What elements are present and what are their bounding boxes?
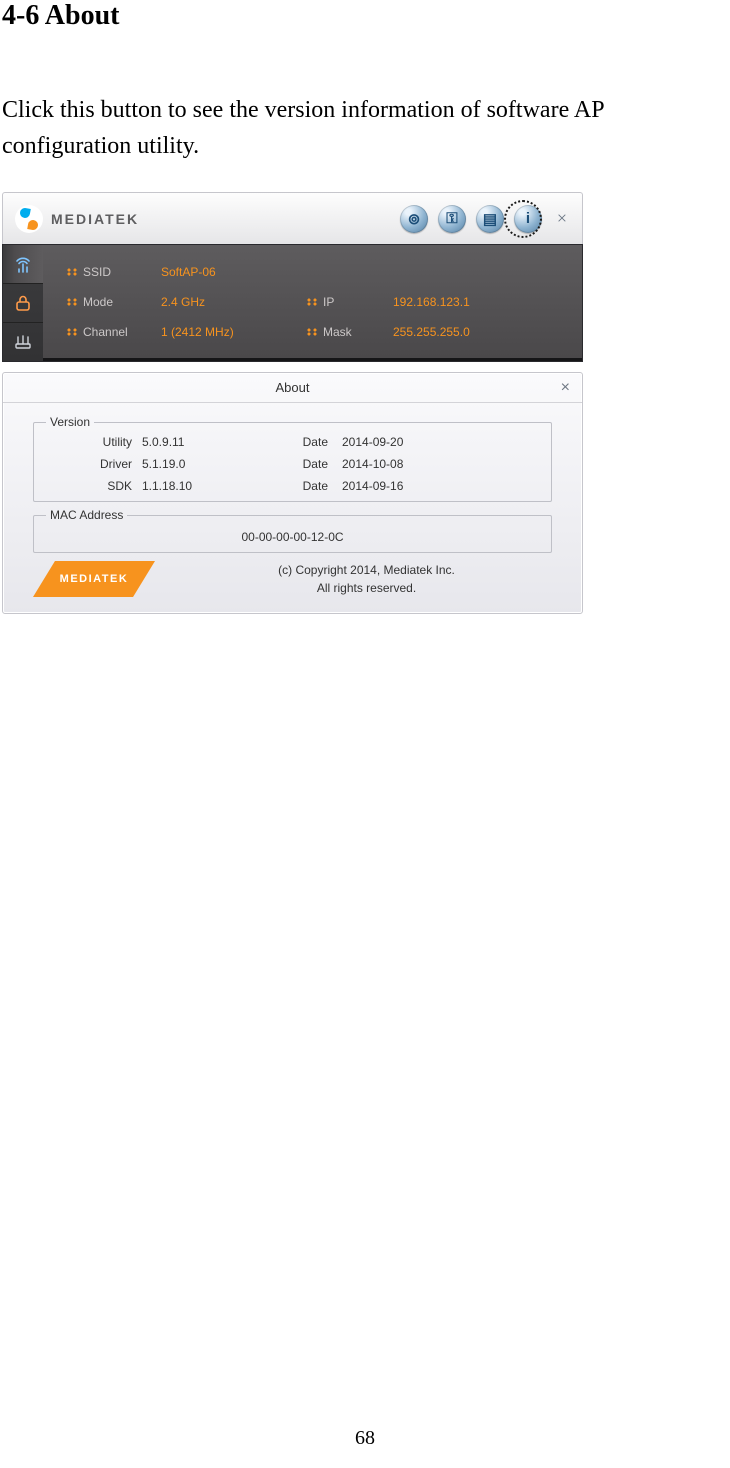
ip-label: IP	[307, 295, 387, 309]
sdk-date-label: Date	[272, 479, 328, 493]
channel-label: Channel	[67, 325, 155, 339]
utility-label: Utility	[76, 435, 132, 449]
ssid-value: SoftAP-06	[161, 265, 301, 279]
mac-fieldset: MAC Address 00-00-00-00-12-0C	[33, 508, 552, 553]
security-icon[interactable]: ⚿	[438, 205, 466, 233]
version-legend: Version	[46, 415, 94, 429]
ap-status-grid: SSID SoftAP-06 Mode 2.4 GHz IP 192.168.1…	[43, 245, 582, 361]
wireless-icon[interactable]: ⊚	[400, 205, 428, 233]
mediatek-badge: MEDIATEK	[33, 561, 155, 597]
ip-value: 192.168.123.1	[393, 295, 564, 309]
mediatek-badge-label: MEDIATEK	[33, 561, 155, 597]
version-fieldset: Version Utility 5.0.9.11 Date 2014-09-20…	[33, 415, 552, 502]
driver-version: 5.1.19.0	[142, 457, 185, 471]
mask-label: Mask	[307, 325, 387, 339]
section-heading: 4-6 About	[2, 0, 728, 32]
ap-side-tabs	[3, 245, 43, 361]
mode-value: 2.4 GHz	[161, 295, 301, 309]
list-icon[interactable]: ▤	[476, 205, 504, 233]
mac-legend: MAC Address	[46, 508, 127, 522]
about-title: About	[276, 380, 310, 395]
about-body: Version Utility 5.0.9.11 Date 2014-09-20…	[3, 403, 582, 613]
channel-value: 1 (2412 MHz)	[161, 325, 301, 339]
mode-label: Mode	[67, 295, 155, 309]
mask-value: 255.255.255.0	[393, 325, 564, 339]
utility-date: 2014-09-20	[342, 435, 403, 449]
about-close-icon[interactable]: ×	[561, 379, 570, 397]
copyright-line1: (c) Copyright 2014, Mediatek Inc.	[181, 561, 552, 579]
sdk-date: 2014-09-16	[342, 479, 403, 493]
mediatek-logo: MEDIATEK	[15, 205, 139, 233]
close-icon[interactable]: ×	[552, 208, 572, 229]
ssid-label: SSID	[67, 265, 155, 279]
mac-value: 00-00-00-00-12-0C	[46, 528, 539, 544]
utility-date-label: Date	[272, 435, 328, 449]
mediatek-fan-icon	[15, 205, 43, 233]
copyright-line2: All rights reserved.	[181, 579, 552, 597]
section-body: Click this button to see the version inf…	[2, 92, 728, 164]
ap-body: SSID SoftAP-06 Mode 2.4 GHz IP 192.168.1…	[2, 244, 583, 362]
toolbar: ⊚ ⚿ ▤ i ×	[400, 205, 572, 233]
tab-lock-icon[interactable]	[3, 284, 43, 323]
driver-label: Driver	[76, 457, 132, 471]
info-icon[interactable]: i	[514, 205, 542, 233]
ap-titlebar: MEDIATEK ⊚ ⚿ ▤ i ×	[2, 192, 583, 244]
page-number: 68	[355, 1427, 375, 1450]
utility-version: 5.0.9.11	[142, 435, 184, 449]
about-footer: MEDIATEK (c) Copyright 2014, Mediatek In…	[33, 561, 552, 597]
driver-date-label: Date	[272, 457, 328, 471]
version-grid: Utility 5.0.9.11 Date 2014-09-20 Driver …	[46, 435, 539, 493]
about-window: About × Version Utility 5.0.9.11 Date 20…	[2, 372, 583, 614]
sdk-label: SDK	[76, 479, 132, 493]
tab-signal-icon[interactable]	[3, 245, 43, 284]
ap-utility-panel: MEDIATEK ⊚ ⚿ ▤ i × SSID SoftAP-06	[2, 192, 583, 362]
about-titlebar: About ×	[3, 373, 582, 403]
copyright-block: (c) Copyright 2014, Mediatek Inc. All ri…	[181, 561, 552, 597]
driver-date: 2014-10-08	[342, 457, 403, 471]
tab-router-icon[interactable]	[3, 323, 43, 361]
mediatek-wordmark: MEDIATEK	[51, 211, 139, 227]
sdk-version: 1.1.18.10	[142, 479, 192, 493]
